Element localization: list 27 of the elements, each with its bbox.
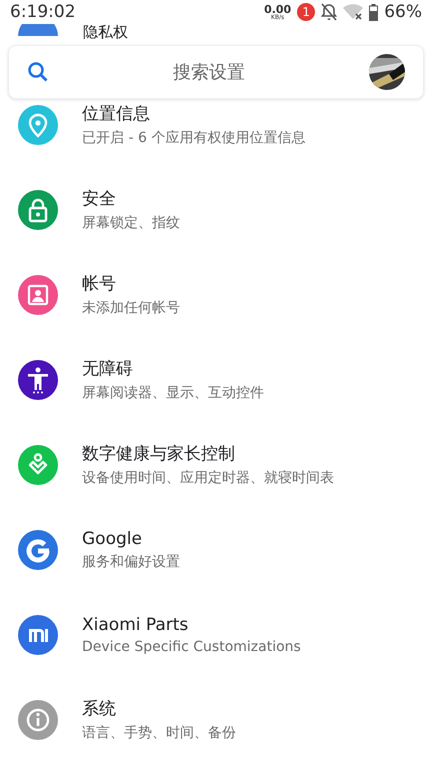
setting-summary: Device Specific Customizations	[82, 638, 301, 654]
setting-summary: 设备使用时间、应用定时器、就寝时间表	[82, 469, 334, 487]
notification-badge: 1	[297, 3, 316, 21]
setting-summary: 未添加任何帐号	[82, 299, 180, 317]
network-speed: 0.00	[264, 4, 292, 14]
setting-summary: 服务和偏好设置	[82, 552, 180, 570]
setting-title[interactable]: Google	[82, 528, 180, 548]
setting-title[interactable]: 数字健康与家长控制	[82, 442, 334, 465]
search-bar[interactable]: 搜索设置	[8, 45, 424, 99]
setting-title[interactable]: 帐号	[82, 272, 180, 295]
setting-title[interactable]: 安全	[82, 187, 180, 210]
muted-bell-icon	[321, 3, 338, 21]
setting-summary: 已开启 - 6 个应用有权使用位置信息	[82, 129, 306, 147]
battery-percentage: 66%	[384, 2, 422, 22]
setting-summary: 屏幕锁定、指纹	[82, 214, 180, 232]
setting-title[interactable]: 位置信息	[82, 102, 306, 125]
setting-summary: 语言、手势、时间、备份	[82, 724, 236, 742]
setting-summary: 屏幕阅读器、显示、互动控件	[82, 384, 264, 402]
setting-title: 隐私权	[83, 24, 128, 41]
setting-title[interactable]: 无障碍	[82, 357, 264, 380]
search-placeholder: 搜索设置	[172, 61, 246, 84]
setting-title[interactable]: Xiaomi Parts	[82, 614, 301, 634]
battery-icon	[369, 4, 378, 20]
setting-title[interactable]: 系统	[82, 697, 236, 720]
clock: 6:19:02	[10, 2, 77, 22]
search-icon	[27, 61, 49, 83]
wifi-off-icon	[343, 4, 364, 20]
